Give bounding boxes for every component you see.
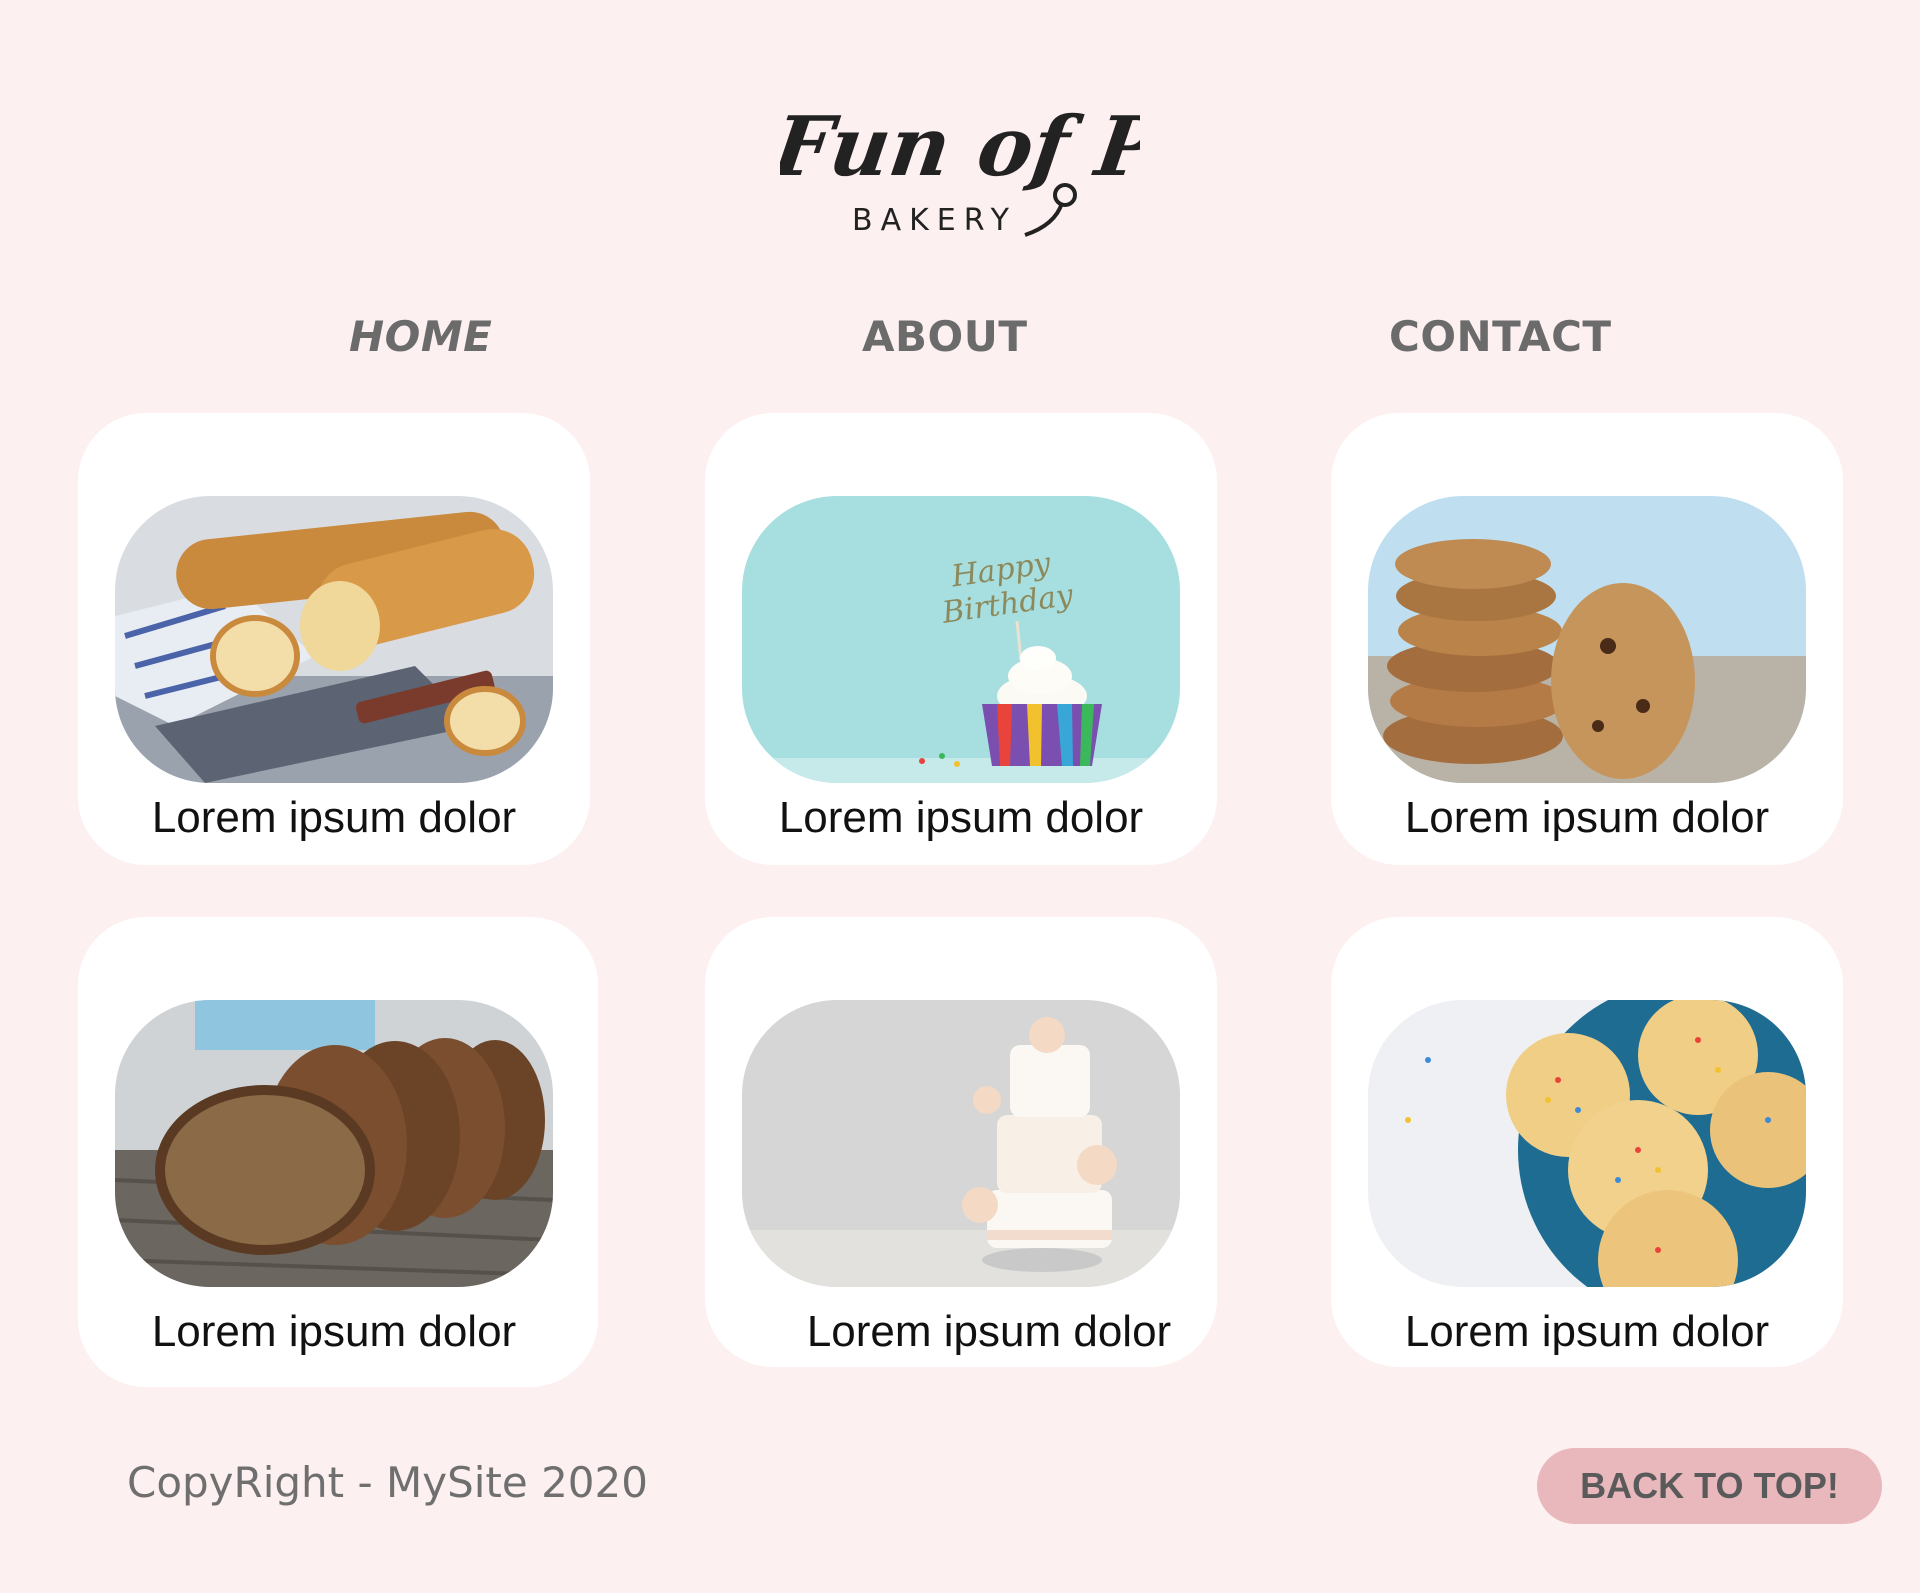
copyright-text: CopyRight - MySite 2020 [127,1458,648,1507]
nav-contact[interactable]: CONTACT [1389,312,1612,361]
cookie-stack-photo [1368,496,1806,783]
product-label: Lorem ipsum dolor [1404,1307,1770,1356]
product-card[interactable]: Lorem ipsum dolor [1331,917,1843,1367]
sliced-rye-bread-photo [115,1000,553,1287]
nav-about[interactable]: ABOUT [862,312,1027,361]
product-card[interactable]: Happy Birthday Lorem ipsum dolor [705,413,1217,865]
baguette-photo [115,496,553,783]
wedding-cake-photo [742,1000,1180,1287]
product-label: Lorem ipsum dolor [778,793,1144,842]
product-label: Lorem ipsum dolor [151,1307,517,1356]
nav-home[interactable]: HOME [349,312,492,361]
product-card[interactable]: Lorem ipsum dolor [78,917,598,1387]
svg-text:BAKERY: BAKERY [852,203,1017,238]
back-to-top-button[interactable]: BACK TO TOP! [1537,1448,1882,1524]
product-card[interactable]: Lorem ipsum dolor [78,413,590,865]
product-label: Lorem ipsum dolor [1404,793,1770,842]
svg-text:Fun of Pop: Fun of Pop [780,99,1140,195]
birthday-cupcake-photo: Happy Birthday [742,496,1180,783]
product-card[interactable]: Lorem ipsum dolor [1331,413,1843,865]
product-label: Lorem ipsum dolor [151,793,517,842]
bakery-logo[interactable]: Fun of Pop BAKERY [780,75,1140,245]
sprinkle-cookies-photo [1368,1000,1806,1287]
product-label: Lorem ipsum dolor [806,1307,1172,1356]
product-card[interactable]: Lorem ipsum dolor [705,917,1217,1367]
